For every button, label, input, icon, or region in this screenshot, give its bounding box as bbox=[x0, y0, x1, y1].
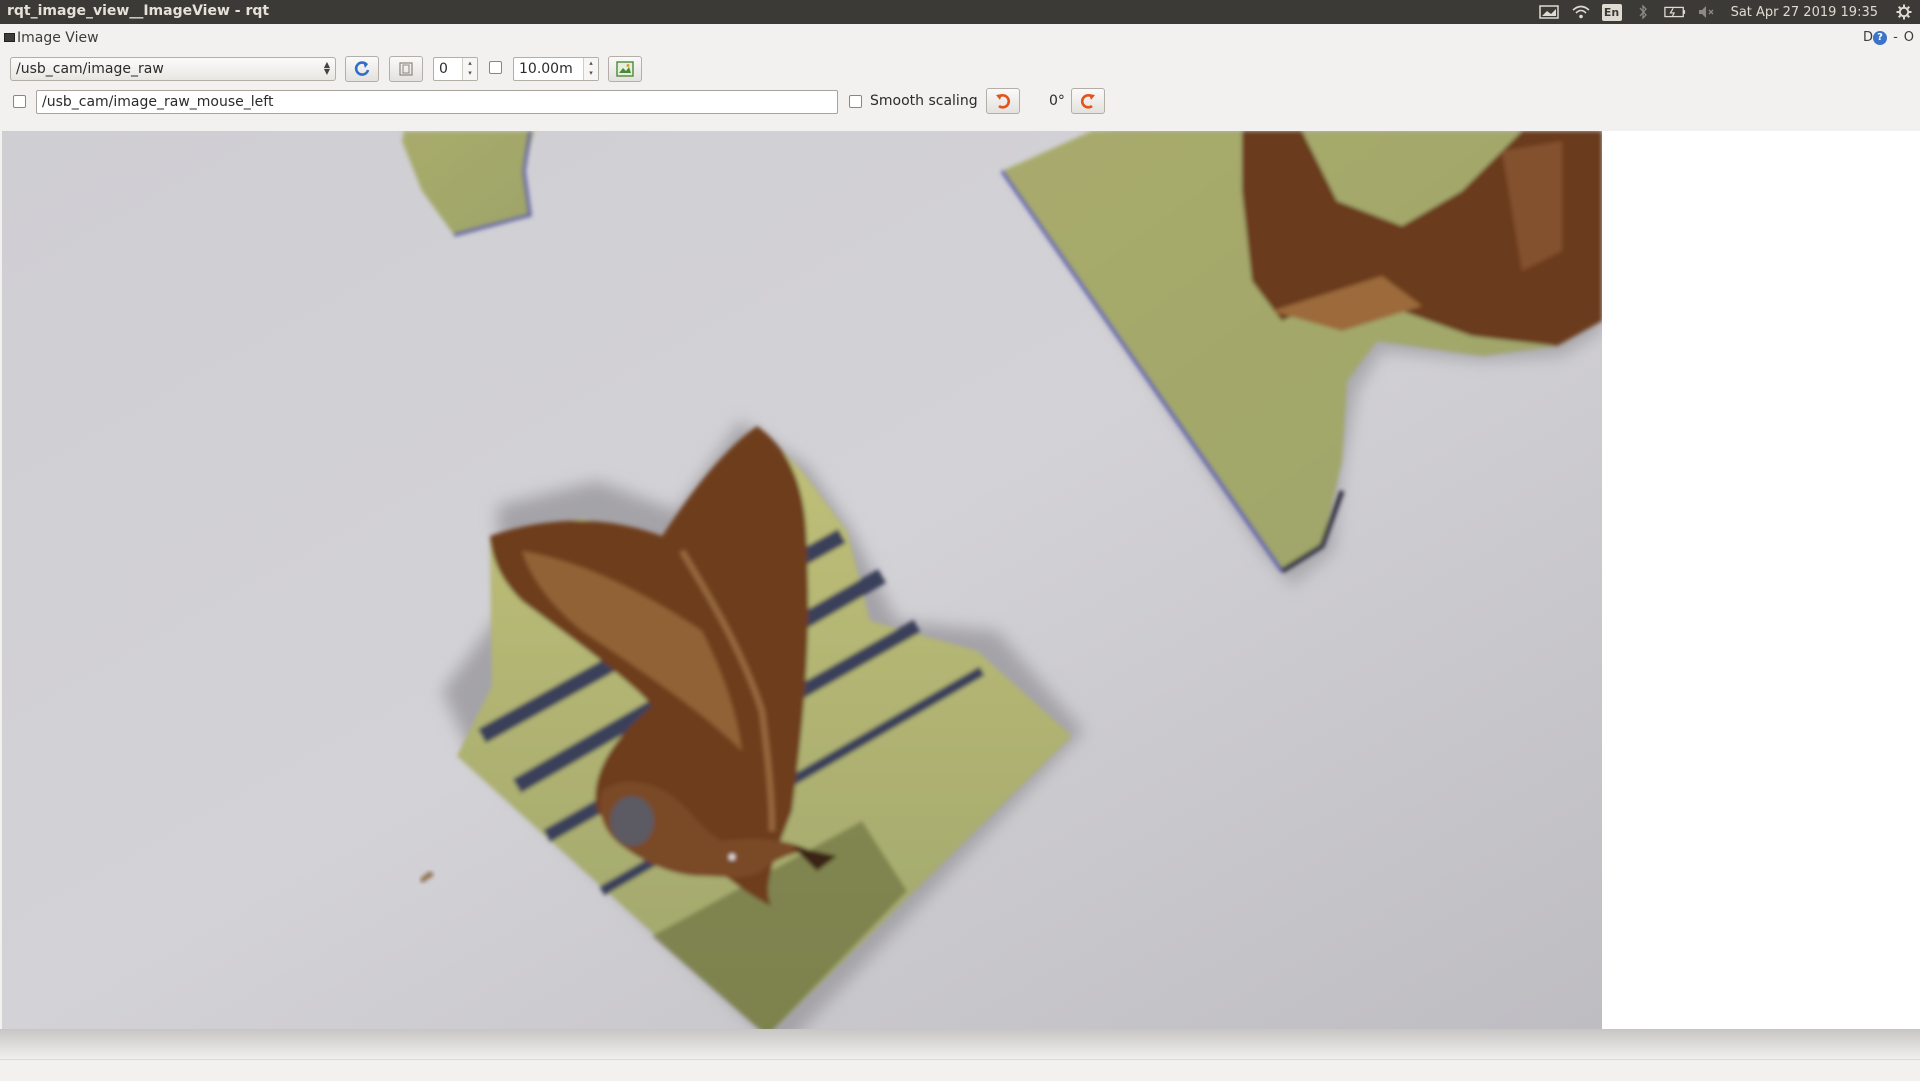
camera-image-view[interactable] bbox=[2, 131, 1602, 1029]
rotate-left-icon bbox=[996, 94, 1011, 109]
help-icon[interactable]: ? bbox=[1873, 30, 1888, 45]
mouse-topic-input[interactable]: /usb_cam/image_raw_mouse_left bbox=[36, 90, 838, 114]
smooth-scaling-checkbox[interactable] bbox=[849, 95, 862, 108]
topic-value: /usb_cam/image_raw bbox=[16, 61, 164, 77]
plugin-title-bar: Image View D ? - O bbox=[0, 27, 1920, 49]
minimize-button[interactable]: - bbox=[1893, 30, 1898, 45]
status-bar bbox=[0, 1059, 1920, 1081]
plugin-controls: D ? - O bbox=[1863, 30, 1914, 45]
keyboard-icon[interactable]: En bbox=[1601, 3, 1622, 21]
display-icon[interactable] bbox=[1538, 4, 1560, 20]
mouse-topic-value: /usb_cam/image_raw_mouse_left bbox=[42, 94, 274, 110]
rotate-left-button[interactable] bbox=[986, 88, 1020, 114]
close-button[interactable]: O bbox=[1904, 30, 1914, 45]
save-image-icon bbox=[616, 61, 634, 77]
battery-icon[interactable] bbox=[1663, 4, 1686, 20]
refresh-icon bbox=[354, 61, 370, 76]
wifi-icon[interactable] bbox=[1570, 4, 1592, 20]
image-view-bottom-edge bbox=[0, 1029, 1920, 1059]
bluetooth-icon[interactable] bbox=[1632, 4, 1654, 20]
settings-gear-icon[interactable] bbox=[1893, 4, 1915, 20]
save-image-button[interactable] bbox=[608, 56, 642, 82]
system-tray: En Sat Apr 27 2019 19:35 bbox=[1533, 0, 1920, 24]
camera-image[interactable] bbox=[2, 131, 1602, 1029]
system-top-bar: rqt_image_view__ImageView - rqt En Sat A… bbox=[0, 0, 1920, 24]
rotate-right-button[interactable] bbox=[1071, 88, 1105, 114]
window-title: rqt_image_view__ImageView - rqt bbox=[7, 3, 270, 19]
volume-muted-icon[interactable] bbox=[1696, 4, 1718, 20]
spin-arrows-icon[interactable]: ▴ ▾ bbox=[462, 58, 477, 80]
rotate-right-icon bbox=[1080, 94, 1095, 109]
zoom-original-icon bbox=[399, 62, 413, 76]
number-value: 0 bbox=[439, 61, 448, 77]
smooth-scaling-label[interactable]: Smooth scaling bbox=[870, 93, 978, 109]
max-range-checkbox[interactable] bbox=[489, 61, 502, 74]
plugin-icon bbox=[4, 33, 15, 42]
rotation-label: 0° bbox=[1049, 93, 1065, 109]
max-range-spinbox[interactable]: 10.00m ▴ ▾ bbox=[513, 57, 599, 81]
refresh-topics-button[interactable] bbox=[345, 56, 379, 82]
plugin-title: Image View bbox=[17, 30, 99, 46]
zoom-1-button[interactable] bbox=[389, 56, 423, 82]
combo-arrows-icon: ▲ ▼ bbox=[323, 60, 330, 76]
image-view-empty-area bbox=[1602, 131, 1920, 1029]
number-spinbox[interactable]: 0 ▴ ▾ bbox=[433, 57, 478, 81]
d-button[interactable]: D bbox=[1863, 30, 1873, 45]
mouse-publish-checkbox[interactable] bbox=[13, 95, 26, 108]
clock[interactable]: Sat Apr 27 2019 19:35 bbox=[1731, 5, 1878, 20]
spin-arrows-icon[interactable]: ▴ ▾ bbox=[583, 58, 598, 80]
max-range-value: 10.00m bbox=[519, 61, 573, 77]
topic-combobox[interactable]: /usb_cam/image_raw ▲ ▼ bbox=[10, 57, 336, 81]
